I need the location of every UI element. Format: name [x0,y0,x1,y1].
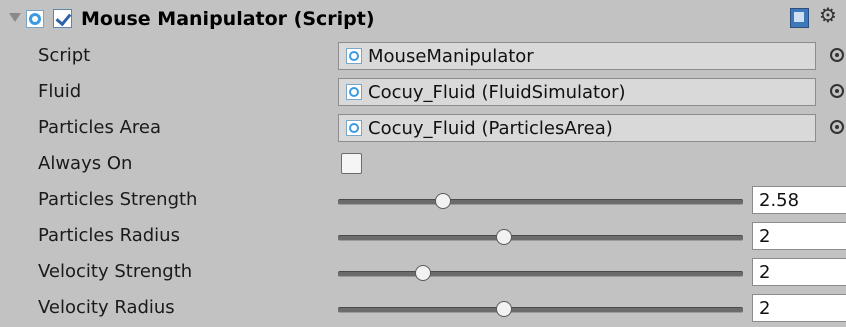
csharp-script-icon [346,84,362,100]
number-field-value: 2 [759,226,771,247]
field-label: Script [38,45,91,66]
field-label: Velocity Strength [38,261,193,282]
field-row-velocity-radius: Velocity Radius 2 [0,290,846,326]
help-book-icon[interactable] [790,8,809,28]
particles-radius-input[interactable]: 2 [752,222,846,250]
script-object-field[interactable]: MouseManipulator [338,42,816,70]
slider-thumb[interactable] [496,229,513,245]
field-row-particles-strength: Particles Strength 2.58 [0,182,846,218]
always-on-checkbox[interactable] [341,153,362,174]
field-label: Fluid [38,81,82,102]
object-picker-icon[interactable] [830,120,844,134]
field-label: Particles Strength [38,189,198,210]
particles-area-object-field[interactable]: Cocuy_Fluid (ParticlesArea) [338,114,816,142]
field-row-fluid: Fluid Cocuy_Fluid (FluidSimulator) [0,74,846,110]
slider-thumb[interactable] [496,301,513,317]
foldout-arrow-icon[interactable] [9,13,21,22]
field-row-velocity-strength: Velocity Strength 2 [0,254,846,290]
component-header: Mouse Manipulator (Script) ⚙ [0,0,846,38]
slider-thumb[interactable] [435,193,452,209]
field-row-particles-area: Particles Area Cocuy_Fluid (ParticlesAre… [0,110,846,146]
field-label: Particles Radius [38,225,180,246]
slider-track[interactable] [338,199,743,205]
slider-track[interactable] [338,307,743,313]
inspector-panel: Mouse Manipulator (Script) ⚙ Script Mous… [0,0,846,327]
field-row-script: Script MouseManipulator [0,38,846,74]
field-label: Always On [38,153,133,174]
particles-strength-slider[interactable] [338,193,743,209]
particles-radius-slider[interactable] [338,229,743,245]
field-row-particles-radius: Particles Radius 2 [0,218,846,254]
object-field-value: Cocuy_Fluid (ParticlesArea) [368,118,613,139]
csharp-script-icon [346,48,362,64]
velocity-radius-input[interactable]: 2 [752,294,846,322]
object-picker-icon[interactable] [830,48,844,62]
slider-track[interactable] [338,235,743,241]
number-field-value: 2.58 [759,190,800,211]
field-label: Velocity Radius [38,297,175,318]
field-row-always-on: Always On [0,146,846,182]
object-picker-icon[interactable] [830,84,844,98]
fluid-object-field[interactable]: Cocuy_Fluid (FluidSimulator) [338,78,816,106]
particles-strength-input[interactable]: 2.58 [752,186,846,214]
field-label: Particles Area [38,117,162,138]
gear-icon[interactable]: ⚙ [819,5,837,25]
slider-thumb[interactable] [415,265,432,281]
csharp-script-icon [346,120,362,136]
velocity-strength-input[interactable]: 2 [752,258,846,286]
slider-track[interactable] [338,271,743,277]
object-field-value: Cocuy_Fluid (FluidSimulator) [368,82,626,103]
number-field-value: 2 [759,262,771,283]
component-enabled-checkbox[interactable] [53,9,72,28]
number-field-value: 2 [759,298,771,319]
component-title: Mouse Manipulator (Script) [81,8,375,30]
velocity-radius-slider[interactable] [338,301,743,317]
object-field-value: MouseManipulator [368,46,534,67]
csharp-script-icon [26,10,44,28]
velocity-strength-slider[interactable] [338,265,743,281]
